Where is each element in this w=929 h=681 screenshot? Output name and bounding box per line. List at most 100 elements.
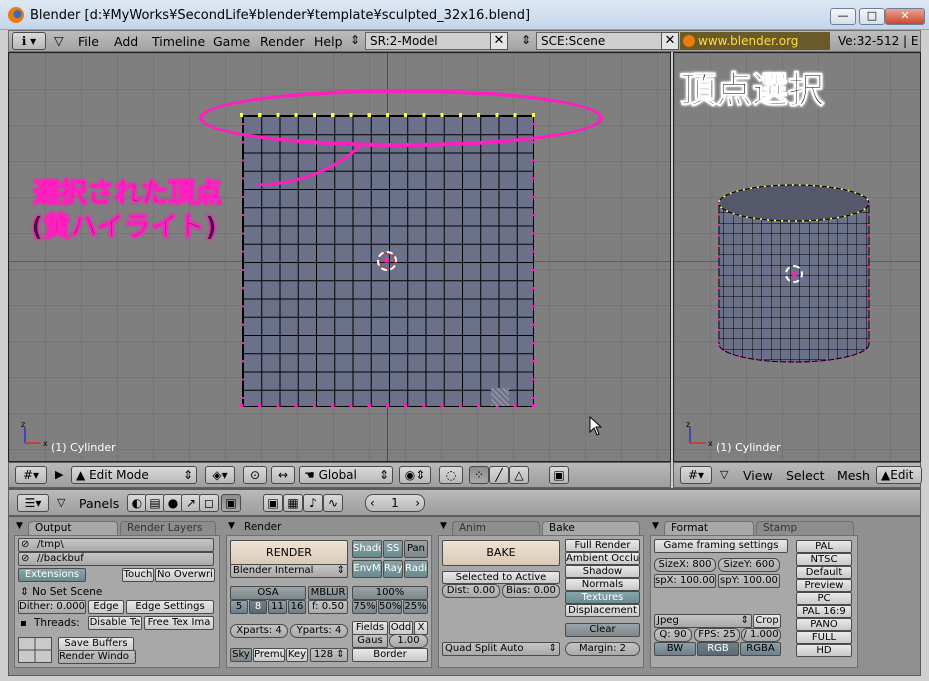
aspect-y-field[interactable]: spY: 100.00: [718, 574, 780, 588]
border-toggle[interactable]: Border: [352, 648, 428, 662]
right-menu-collapse-icon[interactable]: ▽: [720, 468, 728, 481]
mblur-toggle[interactable]: MBLUR: [308, 586, 348, 600]
preset-default[interactable]: Default: [796, 566, 852, 579]
left-3d-viewport[interactable]: 選択された頂点 (黄ハイライト) zx (1) Cylinder: [8, 52, 671, 462]
close-button[interactable]: ✕: [885, 8, 925, 25]
bake-shadow[interactable]: Shadow: [565, 565, 640, 578]
backbuf-path-field[interactable]: ⊘ //backbuf: [18, 552, 214, 566]
filter-type-dropdown[interactable]: Gaus: [352, 634, 388, 648]
crop-toggle[interactable]: Crop: [753, 614, 781, 628]
osa-toggle[interactable]: OSA: [230, 586, 306, 600]
right-3d-viewport[interactable]: 頂点選択 zx (1) Cylinder: [673, 52, 921, 462]
edge-select-mode-button[interactable]: ╱: [489, 466, 509, 484]
logic-context-icon[interactable]: ◐: [127, 494, 147, 512]
quality-field[interactable]: Q: 90: [654, 628, 692, 642]
info-editor-type-icon[interactable]: ℹ ▾: [12, 32, 46, 50]
buttons-collapse-icon[interactable]: ▽: [57, 496, 65, 509]
editor-type-grid-icon[interactable]: #▾: [15, 466, 47, 484]
bake-mode-dropdown[interactable]: Quad Split Auto ⇕: [442, 642, 560, 656]
world-sub-icon[interactable]: ∿: [323, 494, 343, 512]
bake-normals[interactable]: Normals: [565, 578, 640, 591]
fps-base-field[interactable]: / 1.000: [741, 628, 781, 642]
shadow-toggle[interactable]: Shado: [352, 540, 382, 558]
menu-game[interactable]: Game: [213, 34, 250, 49]
disable-tex-toggle[interactable]: Disable Te: [88, 616, 142, 630]
tab-render-layers[interactable]: Render Layers: [120, 521, 216, 535]
face-select-mode-button[interactable]: △: [509, 466, 529, 484]
folder-icon[interactable]: ⊘: [21, 539, 29, 551]
bake-ambient-occlusion[interactable]: Ambient Occlus: [565, 552, 640, 565]
set-scene-menu[interactable]: ⇕ No Set Scene: [20, 586, 102, 598]
orientation-dropdown[interactable]: ☚ Global ⇕: [299, 466, 393, 484]
fps-field[interactable]: FPS: 25: [694, 628, 740, 642]
menu-expand-triangle-icon[interactable]: ▶: [55, 468, 63, 481]
bake-clear-toggle[interactable]: Clear: [565, 623, 640, 637]
fields-toggle[interactable]: Fields: [352, 621, 388, 635]
output-panel-collapse-icon[interactable]: ▼: [16, 521, 23, 531]
frame-number-field[interactable]: ‹ 1 ›: [365, 494, 425, 512]
game-framing-button[interactable]: Game framing settings: [654, 539, 788, 553]
screen-delete-button[interactable]: ✕: [490, 32, 508, 50]
preset-pc[interactable]: PC: [796, 592, 852, 605]
pivot-button[interactable]: ⊙: [243, 466, 267, 484]
screen-field[interactable]: SR:2-Model: [365, 32, 491, 50]
extensions-toggle[interactable]: Extensions: [18, 568, 86, 582]
key-toggle[interactable]: Key: [286, 648, 308, 662]
bake-full-render[interactable]: Full Render: [565, 539, 640, 552]
percent-50[interactable]: 50%: [378, 600, 402, 614]
preset-pal[interactable]: PAL: [796, 540, 852, 553]
tab-stamp[interactable]: Stamp: [756, 521, 854, 535]
render-preview-button[interactable]: ▣: [549, 466, 569, 484]
x-toggle[interactable]: X: [414, 621, 428, 635]
output-path-field[interactable]: ⊘ /tmp\: [18, 538, 214, 552]
osa-8[interactable]: 8: [249, 600, 267, 614]
preset-pano[interactable]: PANO: [796, 618, 852, 631]
bake-dist-field[interactable]: Dist: 0.00: [442, 584, 500, 598]
right-menu-view[interactable]: View: [743, 468, 773, 483]
render-engine-dropdown[interactable]: Blender Internal ⇕: [230, 564, 348, 578]
sound-sub-icon[interactable]: ♪: [303, 494, 323, 512]
xparts-field[interactable]: Xparts: 4: [230, 624, 288, 638]
mblur-factor-field[interactable]: f: 0.50: [308, 600, 348, 614]
mode-select-dropdown[interactable]: ▲ Edit Mode ⇕: [71, 466, 197, 484]
bake-panel-collapse-icon[interactable]: ▼: [440, 521, 447, 531]
scene-delete-button[interactable]: ✕: [661, 32, 679, 50]
render-panel-collapse-icon[interactable]: ▼: [228, 521, 235, 531]
render-sub-icon[interactable]: ▣: [263, 494, 283, 512]
blender-org-link[interactable]: www.blender.org 248.1: [680, 32, 830, 66]
preset-ntsc[interactable]: NTSC: [796, 553, 852, 566]
right-mode-dropdown[interactable]: ▲Edit: [876, 466, 922, 484]
minimize-button[interactable]: —: [830, 8, 856, 25]
snap-button[interactable]: ◌: [439, 466, 463, 484]
collapse-triangle-icon[interactable]: ▽: [54, 33, 64, 48]
preset-full[interactable]: FULL: [796, 631, 852, 644]
scene-context-icon[interactable]: ▣: [221, 494, 241, 512]
vertex-select-mode-button[interactable]: ⁘: [469, 466, 489, 484]
osa-11[interactable]: 11: [268, 600, 287, 614]
no-overwrite-toggle[interactable]: No Overwri: [155, 568, 215, 582]
frame-prev-icon[interactable]: ‹: [370, 495, 375, 511]
selected-to-active-toggle[interactable]: Selected to Active: [442, 571, 560, 584]
size-y-field[interactable]: SizeY: 600: [718, 558, 780, 572]
scene-field[interactable]: SCE:Scene: [536, 32, 662, 50]
render-window-dropdown[interactable]: Render Windo ⇕: [58, 650, 136, 664]
right-menu-select[interactable]: Select: [786, 468, 825, 483]
preset-pal169[interactable]: PAL 16:9: [796, 605, 852, 618]
preset-hd[interactable]: HD: [796, 644, 852, 657]
radio-toggle[interactable]: Radi: [404, 560, 428, 578]
bake-textures[interactable]: Textures: [565, 591, 640, 604]
rgba-toggle[interactable]: RGBA: [740, 642, 781, 656]
format-panel-collapse-icon[interactable]: ▼: [652, 521, 659, 531]
ss-toggle[interactable]: SS: [383, 540, 403, 558]
touch-toggle[interactable]: Touch: [122, 568, 154, 582]
script-context-icon[interactable]: ▤: [145, 494, 165, 512]
tab-output[interactable]: Output: [28, 521, 118, 535]
filter-size-field[interactable]: 1.00: [389, 634, 428, 648]
edge-settings-button[interactable]: Edge Settings: [126, 600, 214, 614]
bake-displacement[interactable]: Displacement: [565, 604, 640, 617]
percent-100-toggle[interactable]: 100%: [352, 586, 428, 600]
render-button[interactable]: RENDER: [230, 540, 348, 566]
color-depth-dropdown[interactable]: 128 ⇕: [310, 648, 348, 662]
osa-16[interactable]: 16: [288, 600, 306, 614]
rgb-toggle[interactable]: RGB: [697, 642, 739, 656]
